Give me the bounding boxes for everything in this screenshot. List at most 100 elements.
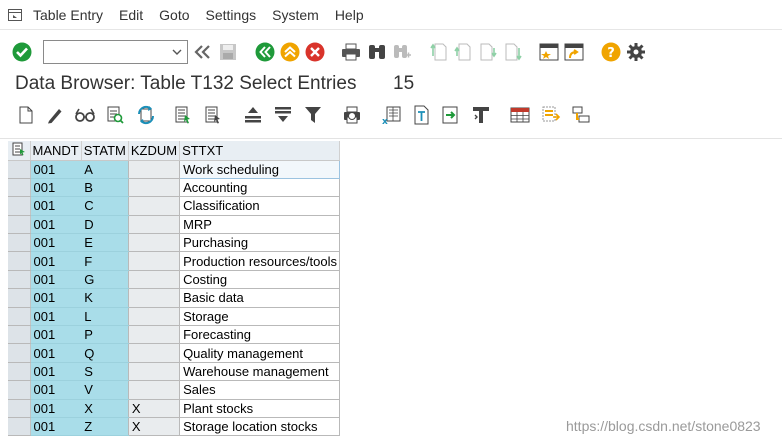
next-page-icon[interactable] [477, 41, 499, 63]
cell-statm[interactable]: G [81, 270, 129, 290]
cell-statm[interactable]: Q [81, 343, 129, 363]
table-row[interactable]: 001 D MRP [8, 215, 340, 235]
table-row[interactable]: 001 X X Plant stocks [8, 399, 340, 418]
cell-mandt[interactable]: 001 [30, 178, 82, 198]
menu-edit[interactable]: Edit [116, 7, 152, 23]
collapse-icon[interactable] [192, 41, 214, 63]
sort-descending-icon[interactable] [272, 104, 294, 126]
cell-kzdum[interactable] [128, 343, 181, 363]
column-header-sttxt[interactable]: STTXT [179, 141, 340, 161]
cell-sttxt[interactable]: Forecasting [179, 325, 340, 345]
cell-statm[interactable]: V [81, 380, 129, 400]
command-field[interactable] [43, 40, 188, 64]
cell-statm[interactable]: L [81, 307, 129, 327]
table-row[interactable]: 001 L Storage [8, 307, 340, 327]
print-preview-icon[interactable] [341, 104, 363, 126]
row-selector[interactable] [8, 288, 31, 308]
cell-mandt[interactable]: 001 [30, 196, 82, 216]
cell-sttxt[interactable]: Work scheduling [179, 159, 340, 179]
table-row[interactable]: 001 P Forecasting [8, 325, 340, 345]
cell-statm[interactable]: E [81, 233, 129, 253]
cell-sttxt[interactable]: Warehouse management [179, 362, 340, 382]
cell-statm[interactable]: P [81, 325, 129, 345]
cell-kzdum[interactable] [128, 307, 181, 327]
cell-kzdum[interactable]: X [128, 417, 181, 437]
cell-statm[interactable]: A [81, 160, 129, 179]
cell-sttxt[interactable]: Production resources/tools [179, 251, 340, 271]
shortcut-icon[interactable] [563, 41, 585, 63]
cell-sttxt[interactable]: Costing [179, 270, 340, 290]
sort-icon[interactable] [242, 104, 264, 126]
cell-mandt[interactable]: 001 [30, 215, 82, 235]
row-selector[interactable] [8, 178, 31, 198]
table-row[interactable]: 001 B Accounting [8, 178, 340, 198]
display-icon[interactable] [74, 104, 96, 126]
row-selector[interactable] [8, 307, 31, 327]
row-selector[interactable] [8, 270, 31, 290]
cell-statm[interactable]: F [81, 251, 129, 271]
row-selector[interactable] [8, 251, 31, 271]
cell-kzdum[interactable] [128, 233, 181, 253]
choose-layout-icon[interactable] [540, 104, 562, 126]
grid-layout-icon[interactable] [509, 104, 531, 126]
table-row[interactable]: 001 G Costing [8, 270, 340, 290]
cell-kzdum[interactable] [128, 160, 181, 179]
column-header-kzdum[interactable]: KZDUM [128, 141, 181, 161]
cell-mandt[interactable]: 001 [30, 160, 82, 179]
column-header-statm[interactable]: STATM [81, 141, 129, 161]
cell-sttxt[interactable]: MRP [179, 215, 340, 235]
choose-icon[interactable] [203, 104, 225, 126]
cell-statm[interactable]: K [81, 288, 129, 308]
check-table-icon[interactable] [104, 104, 126, 126]
cell-statm[interactable]: D [81, 215, 129, 235]
cell-statm[interactable]: X [81, 399, 129, 418]
cell-mandt[interactable]: 001 [30, 325, 82, 345]
cell-kzdum[interactable] [128, 288, 181, 308]
cell-kzdum[interactable] [128, 380, 181, 400]
menu-settings[interactable]: Settings [203, 7, 266, 23]
table-row[interactable]: 001 K Basic data [8, 288, 340, 308]
table-row[interactable]: 001 E Purchasing [8, 233, 340, 253]
export-excel-icon[interactable]: x [380, 104, 402, 126]
cell-mandt[interactable]: 001 [30, 288, 82, 308]
cell-sttxt[interactable]: Accounting [179, 178, 340, 198]
cell-mandt[interactable]: 001 [30, 233, 82, 253]
sap-menu-icon[interactable] [0, 0, 30, 30]
cell-mandt[interactable]: 001 [30, 307, 82, 327]
cell-sttxt[interactable]: Classification [179, 196, 340, 216]
local-file-icon[interactable] [440, 104, 462, 126]
print-icon[interactable] [340, 41, 362, 63]
table-row[interactable]: 001 Z X Storage location stocks [8, 417, 340, 437]
cell-mandt[interactable]: 001 [30, 399, 82, 418]
refresh-icon[interactable] [135, 104, 157, 126]
row-selector[interactable] [8, 362, 31, 382]
cell-statm[interactable]: Z [81, 417, 129, 437]
cell-kzdum[interactable] [128, 362, 181, 382]
menu-system[interactable]: System [269, 7, 328, 23]
cell-mandt[interactable]: 001 [30, 270, 82, 290]
cell-kzdum[interactable] [128, 178, 181, 198]
filter-icon[interactable] [302, 104, 324, 126]
cell-mandt[interactable]: 001 [30, 343, 82, 363]
cell-kzdum[interactable] [128, 251, 181, 271]
create-session-icon[interactable] [538, 41, 560, 63]
previous-page-icon[interactable] [452, 41, 474, 63]
cell-sttxt[interactable]: Basic data [179, 288, 340, 308]
cell-kzdum[interactable] [128, 196, 181, 216]
table-row[interactable]: 001 C Classification [8, 196, 340, 216]
change-icon[interactable] [44, 104, 66, 126]
find-icon[interactable] [366, 41, 388, 63]
last-page-icon[interactable] [502, 41, 524, 63]
row-selector[interactable] [8, 399, 31, 418]
menu-table-entry[interactable]: Table Entry [30, 7, 112, 23]
exit-icon[interactable] [279, 41, 301, 63]
cell-kzdum[interactable] [128, 270, 181, 290]
cell-sttxt[interactable]: Storage location stocks [179, 417, 340, 437]
menu-goto[interactable]: Goto [156, 7, 198, 23]
cell-sttxt[interactable]: Sales [179, 380, 340, 400]
enter-icon[interactable] [11, 41, 33, 63]
select-all-icon[interactable] [173, 104, 195, 126]
cell-kzdum[interactable]: X [128, 399, 181, 418]
abc-analysis-icon[interactable] [470, 104, 492, 126]
row-selector[interactable] [8, 233, 31, 253]
